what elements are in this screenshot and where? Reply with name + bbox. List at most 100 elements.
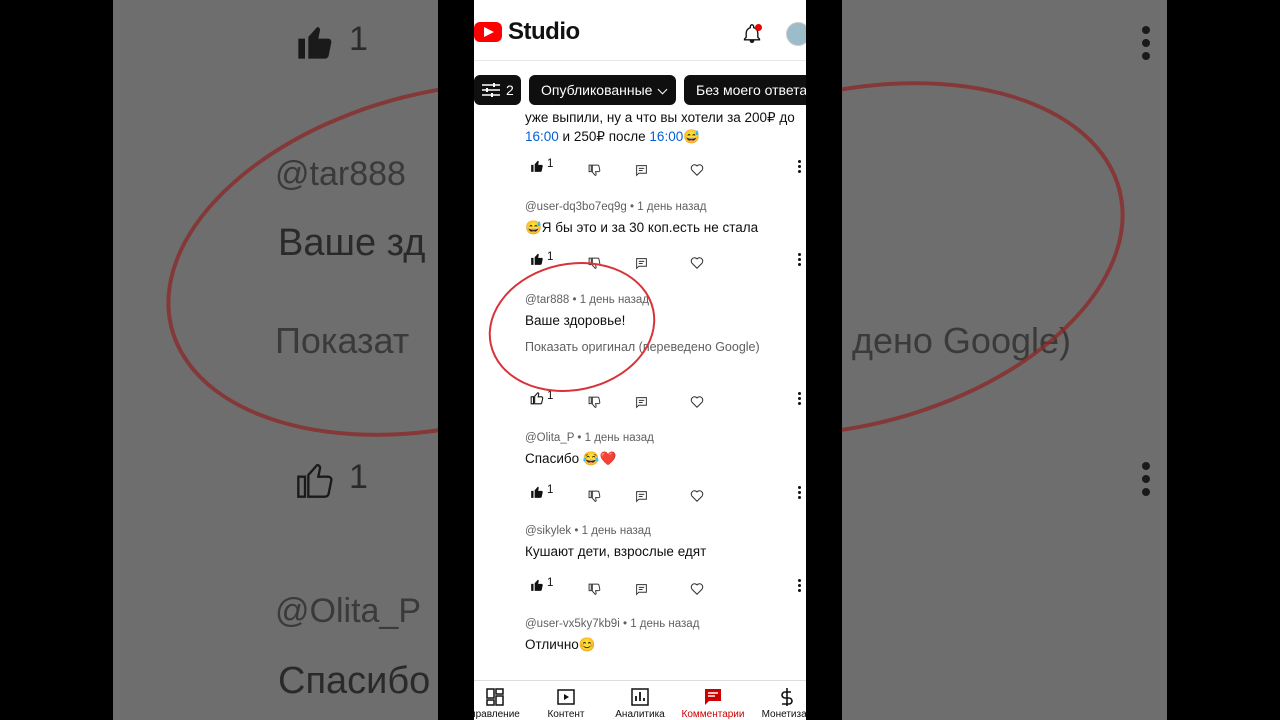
dislike-icon[interactable]: [588, 396, 601, 409]
bottom-nav: правление Контент Аналитика Комментарии …: [474, 680, 806, 720]
dashboard-icon: [486, 688, 504, 706]
heart-icon[interactable]: [690, 256, 704, 270]
like-filled-icon[interactable]: [530, 252, 544, 266]
comment-author[interactable]: @Olita_P: [525, 432, 574, 444]
timestamp-link[interactable]: 16:00: [649, 129, 683, 144]
reply-icon[interactable]: [635, 396, 648, 409]
comment-meta: @user-vx5ky7kb9i • 1 день назад: [525, 618, 700, 630]
comments-icon: [705, 689, 721, 705]
phone-screen: Studio 2 Опубликованные Без моего ответа…: [474, 0, 806, 720]
published-label: Опубликованные: [541, 82, 653, 98]
comment-meta: @Olita_P • 1 день назад: [525, 432, 654, 444]
published-dropdown[interactable]: Опубликованные: [529, 75, 676, 105]
comment-meta: @tar888 • 1 день назад: [525, 294, 649, 306]
comment-time: 1 день назад: [579, 294, 649, 306]
like-count: 1: [547, 390, 554, 402]
dislike-icon[interactable]: [588, 583, 601, 596]
comment-text: 😅Я бы это и за 30 коп.есть не стала: [525, 220, 759, 235]
more-options-icon[interactable]: [798, 579, 801, 594]
bg-like-count: 1: [349, 20, 368, 58]
like-filled-icon[interactable]: [530, 485, 544, 499]
nav-label: Комментарии: [681, 709, 745, 720]
bg-annotation-circle: [128, 26, 438, 492]
comment-text: уже выпили, ну а что вы хотели за 200₽ д…: [525, 110, 795, 144]
nav-label: Контент: [547, 709, 585, 720]
comment-text: Отлично😊: [525, 637, 596, 652]
like-count: 1: [547, 251, 554, 263]
background-right-zoom: дено Google): [842, 0, 1167, 720]
reply-icon[interactable]: [635, 490, 648, 503]
content-play-icon: [557, 689, 575, 705]
filter-sliders-icon: [482, 83, 500, 97]
nav-analytics[interactable]: Аналитика: [605, 681, 675, 720]
like-filled-icon[interactable]: [530, 578, 544, 592]
nav-label: Монетизац: [761, 709, 806, 720]
comment-actions: 1: [525, 158, 805, 178]
comment-author[interactable]: @sikylek: [525, 525, 571, 537]
reply-icon[interactable]: [635, 164, 648, 177]
show-original-link[interactable]: Показать оригинал (переведено Google): [525, 340, 800, 354]
more-options-icon[interactable]: [798, 253, 801, 268]
bg-more-icon-2: [1142, 462, 1150, 501]
reply-icon[interactable]: [635, 583, 648, 596]
heart-icon[interactable]: [690, 163, 704, 177]
bg-annotation-circle-right: [842, 26, 1163, 492]
comment-item: @tar888 • 1 день назад Ваше здоровье! По…: [525, 294, 801, 409]
heart-icon[interactable]: [690, 582, 704, 596]
dislike-icon[interactable]: [588, 257, 601, 270]
nav-label: правление: [474, 709, 520, 720]
top-bar: Studio: [474, 0, 806, 61]
like-count: 1: [547, 158, 554, 170]
comment-item: @user-vx5ky7kb9i • 1 день назад Отлично😊: [525, 618, 800, 654]
bg-text-2: Спасибо: [278, 660, 431, 702]
nav-label: Аналитика: [615, 709, 665, 720]
more-options-icon[interactable]: [798, 486, 801, 501]
heart-icon[interactable]: [690, 489, 704, 503]
comment-actions: 1: [525, 390, 805, 410]
comment-time: 1 день назад: [581, 525, 651, 537]
nav-monetization[interactable]: Монетизац: [752, 681, 806, 720]
app-title: Studio: [508, 18, 580, 45]
filter-count: 2: [506, 82, 514, 98]
more-options-icon[interactable]: [798, 160, 801, 175]
nav-content[interactable]: Контент: [531, 681, 601, 720]
no-reply-chip[interactable]: Без моего ответа: [684, 75, 806, 105]
more-options-icon[interactable]: [798, 392, 801, 407]
comment-item: @user-dq3bo7eq9g • 1 день назад 😅Я бы эт…: [525, 201, 801, 270]
comment-author[interactable]: @tar888: [525, 294, 569, 306]
comment-time: 1 день назад: [630, 618, 700, 630]
dislike-icon[interactable]: [588, 490, 601, 503]
comment-item: @sikylek • 1 день назад Кушают дети, взр…: [525, 525, 801, 596]
comment-actions: 1: [525, 577, 805, 597]
comment-time: 1 день назад: [637, 201, 707, 213]
timestamp-link[interactable]: 16:00: [525, 129, 559, 144]
comment-actions: 1: [525, 484, 805, 504]
comment-time: 1 день назад: [584, 432, 654, 444]
comment-author[interactable]: @user-vx5ky7kb9i: [525, 618, 620, 630]
comment-meta: @sikylek • 1 день назад: [525, 525, 651, 537]
bg-more-icon: [1142, 26, 1150, 65]
comment-item: @Olita_P • 1 день назад Спасибо 😂❤️ 1: [525, 432, 801, 503]
dislike-icon[interactable]: [588, 164, 601, 177]
like-filled-icon[interactable]: [530, 159, 544, 173]
youtube-logo-icon[interactable]: [474, 22, 502, 42]
dollar-icon: [781, 688, 793, 706]
like-outline-icon: [297, 463, 333, 498]
nav-dashboard[interactable]: правление: [474, 681, 530, 720]
avatar[interactable]: [786, 22, 806, 46]
like-icon: [298, 27, 332, 59]
comment-author[interactable]: @user-dq3bo7eq9g: [525, 201, 627, 213]
reply-icon[interactable]: [635, 257, 648, 270]
bg-like-count-2: 1: [349, 458, 368, 496]
comment-meta: @user-dq3bo7eq9g • 1 день назад: [525, 201, 707, 213]
notification-dot: [755, 24, 762, 31]
no-reply-label: Без моего ответа: [696, 82, 806, 98]
comment-text: Спасибо 😂❤️: [525, 451, 617, 466]
analytics-icon: [631, 688, 649, 706]
like-outline-icon[interactable]: [530, 391, 544, 405]
nav-comments[interactable]: Комментарии: [678, 681, 748, 720]
comment-actions: 1: [525, 251, 805, 271]
filter-button[interactable]: 2: [474, 75, 521, 105]
heart-icon[interactable]: [690, 395, 704, 409]
comment-text: Кушают дети, взрослые едят: [525, 544, 707, 559]
